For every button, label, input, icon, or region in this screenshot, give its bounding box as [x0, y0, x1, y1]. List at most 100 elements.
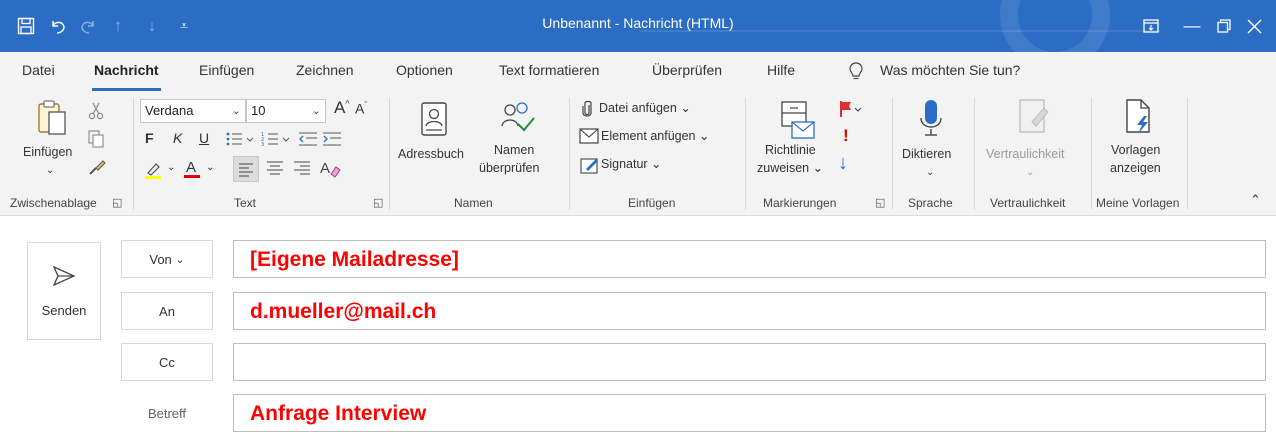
collapse-ribbon-icon[interactable]: ⌃	[1250, 192, 1261, 208]
svg-text:3: 3	[261, 142, 264, 147]
to-button[interactable]: An	[121, 292, 213, 330]
maximize-icon[interactable]	[1210, 12, 1238, 40]
arrow-up-icon[interactable]: ↑	[106, 14, 130, 38]
background-decoration	[640, 30, 1160, 32]
menu-tabs: Datei Nachricht Einfügen Zeichnen Option…	[0, 52, 1276, 92]
attach-file-button[interactable]: Datei anfügen ⌄	[599, 100, 691, 117]
minimize-icon[interactable]: —	[1178, 12, 1206, 40]
chevron-down-icon[interactable]: ⌄	[167, 162, 175, 173]
attach-item-button[interactable]: Element anfügen ⌄	[601, 128, 709, 145]
group-label-sensitivity: Vertraulichkeit	[990, 196, 1066, 210]
chevron-down-icon[interactable]: ⌄	[926, 164, 934, 181]
italic-button[interactable]: K	[173, 130, 182, 146]
font-name-combo[interactable]: Verdana ⌄	[140, 99, 246, 123]
templates-button[interactable]: Vorlagen	[1111, 142, 1160, 159]
group-label-text: Text	[234, 196, 257, 210]
chevron-down-icon: ⌄	[311, 105, 321, 117]
assign-policy-button-line2[interactable]: zuweisen ⌄	[757, 160, 823, 177]
align-center-icon[interactable]	[265, 158, 285, 183]
separator	[892, 98, 893, 210]
increase-indent-icon[interactable]	[322, 131, 342, 152]
format-painter-icon[interactable]	[88, 158, 106, 181]
low-importance-icon[interactable]: ↓	[838, 152, 848, 175]
shrink-font-icon[interactable]: Aˇ	[355, 100, 367, 117]
tab-optionen[interactable]: Optionen	[396, 62, 453, 78]
align-right-icon[interactable]	[292, 158, 312, 183]
save-icon[interactable]	[14, 14, 38, 38]
tell-me-search[interactable]: Was möchten Sie tun?	[880, 62, 1020, 78]
dialog-launcher-icon[interactable]: ◱	[112, 196, 122, 209]
tab-ueberpruefen[interactable]: Überprüfen	[652, 62, 722, 78]
attach-item-icon[interactable]	[579, 128, 599, 149]
separator	[1091, 98, 1092, 210]
to-field[interactable]: d.mueller@mail.ch	[233, 292, 1266, 330]
tab-hilfe[interactable]: Hilfe	[767, 62, 795, 78]
signature-icon[interactable]	[580, 156, 600, 179]
templates-button-line2[interactable]: anzeigen	[1110, 160, 1161, 177]
redo-icon[interactable]	[76, 14, 100, 38]
bold-button[interactable]: F	[145, 130, 154, 146]
cc-button[interactable]: Cc	[121, 343, 213, 381]
numbering-icon[interactable]: 123	[261, 131, 291, 152]
grow-font-icon[interactable]: A^	[334, 98, 350, 118]
lightbulb-icon[interactable]	[849, 62, 863, 83]
chevron-down-icon[interactable]: ⌄	[46, 162, 54, 179]
chevron-down-icon: ⌄	[231, 105, 241, 117]
attach-file-label: Datei anfügen	[599, 101, 677, 115]
signature-button[interactable]: Signatur ⌄	[601, 156, 662, 173]
background-decoration	[1000, 0, 1110, 52]
address-book-button[interactable]: Adressbuch	[398, 146, 464, 163]
tab-einfuegen[interactable]: Einfügen	[199, 62, 254, 78]
separator	[1187, 98, 1188, 210]
microphone-icon[interactable]	[918, 98, 944, 143]
tab-datei[interactable]: Datei	[22, 62, 55, 78]
copy-icon[interactable]	[88, 130, 104, 153]
bullets-icon[interactable]	[225, 131, 255, 152]
tab-zeichnen[interactable]: Zeichnen	[296, 62, 354, 78]
subject-label: Betreff	[147, 405, 187, 421]
font-color-icon[interactable]: A	[183, 158, 201, 185]
dialog-launcher-icon[interactable]: ◱	[875, 196, 885, 209]
dictate-button[interactable]: Diktieren	[902, 146, 951, 163]
paperclip-icon[interactable]	[580, 100, 594, 123]
clear-formatting-icon[interactable]: A	[319, 158, 341, 183]
sensitivity-button: Vertraulichkeit	[986, 147, 1065, 161]
send-button[interactable]: Senden	[27, 242, 101, 340]
check-names-icon[interactable]	[500, 100, 536, 141]
cc-field[interactable]	[233, 343, 1266, 381]
check-names-button[interactable]: Namen	[494, 142, 534, 159]
from-field[interactable]: [Eigene Mailadresse]	[233, 240, 1266, 278]
check-names-button-line2[interactable]: überprüfen	[479, 160, 539, 177]
templates-icon[interactable]	[1124, 98, 1154, 141]
separator	[569, 98, 570, 210]
address-book-icon[interactable]	[420, 102, 448, 141]
highlight-icon[interactable]	[144, 160, 164, 185]
tab-text-formatieren[interactable]: Text formatieren	[499, 62, 599, 78]
cut-icon[interactable]	[88, 102, 104, 125]
close-icon[interactable]	[1240, 12, 1268, 40]
assign-policy-icon[interactable]	[780, 100, 818, 145]
decrease-indent-icon[interactable]	[298, 131, 318, 152]
undo-icon[interactable]	[46, 14, 70, 38]
ribbon-display-icon[interactable]	[1137, 12, 1165, 40]
dialog-launcher-icon[interactable]: ◱	[373, 196, 383, 209]
chevron-down-icon: ⌄	[175, 253, 185, 266]
tab-nachricht[interactable]: Nachricht	[92, 62, 161, 91]
underline-button[interactable]: U	[199, 130, 209, 146]
high-importance-icon[interactable]: !	[843, 126, 849, 146]
sensitivity-icon	[1018, 98, 1052, 141]
svg-text:A: A	[186, 159, 196, 176]
separator	[974, 98, 975, 210]
chevron-down-icon[interactable]: ⌄	[206, 162, 214, 173]
font-size-combo[interactable]: 10 ⌄	[246, 99, 326, 123]
align-left-icon[interactable]	[233, 156, 259, 182]
title-bar: ↑ ↓ ⩡ Unbenannt - Nachricht (HTML) —	[0, 0, 1276, 52]
from-button[interactable]: Von ⌄	[121, 240, 213, 278]
paste-icon[interactable]	[36, 98, 68, 141]
subject-field[interactable]: Anfrage Interview	[233, 394, 1266, 432]
assign-policy-button[interactable]: Richtlinie	[765, 142, 816, 159]
flag-icon[interactable]	[838, 100, 862, 123]
arrow-down-icon[interactable]: ↓	[140, 14, 164, 38]
paste-button[interactable]: Einfügen	[23, 144, 72, 161]
customize-icon[interactable]: ⩡	[172, 14, 196, 38]
